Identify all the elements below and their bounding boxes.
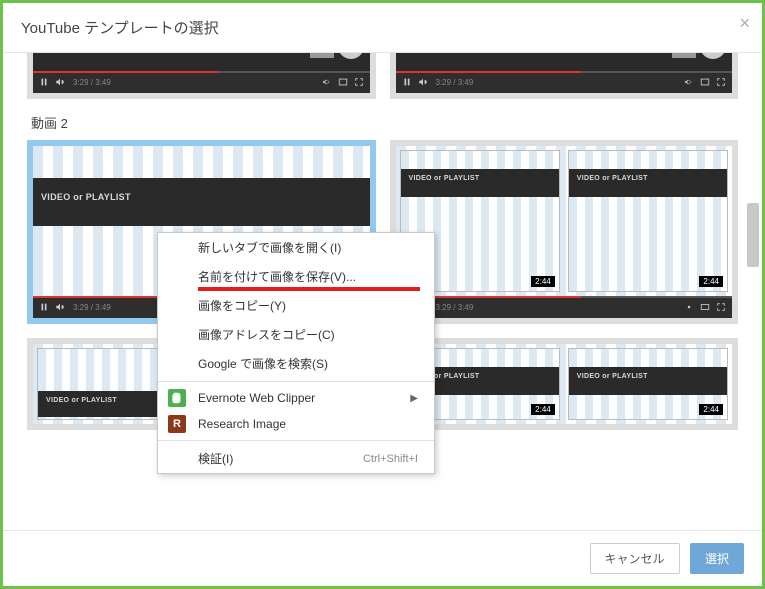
time-display: 3:29 / 3:49 [73, 303, 111, 312]
modal-header: YouTube テンプレートの選択 × [3, 3, 762, 53]
black-band [569, 169, 727, 197]
ctx-shortcut: Ctrl+Shift+I [363, 453, 418, 465]
modal-title: YouTube テンプレートの選択 [21, 17, 744, 38]
player-controls: 3:29 / 3:49 [396, 296, 733, 318]
template-item[interactable]: VIDEO or PLAYLIST 2:44 VIDEO or PLAYLIST… [390, 338, 739, 430]
scrollbar-thumb[interactable] [747, 203, 759, 267]
template-item[interactable]: 3:29 / 3:49 [27, 53, 376, 99]
settings-icon[interactable] [684, 77, 694, 87]
settings-icon[interactable] [322, 77, 332, 87]
template-item[interactable]: 3:29 / 3:49 [390, 53, 739, 99]
thumb-top-controls [672, 53, 726, 59]
duration-badge: 2:44 [531, 276, 555, 287]
ctx-label: 検証(I) [198, 450, 233, 467]
ctx-copy-image-address[interactable]: 画像アドレスをコピー(C) [158, 320, 434, 349]
context-menu: 新しいタブで画像を開く(I) 名前を付けて画像を保存(V)... 画像をコピー(… [157, 232, 435, 474]
ctx-open-new-tab[interactable]: 新しいタブで画像を開く(I) [158, 233, 434, 262]
thumbnail-grid: VIDEO or PLAYLIST 2:44 VIDEO or PLAYLIST… [396, 344, 733, 424]
mini-thumb: VIDEO or PLAYLIST 2:44 [568, 150, 728, 292]
volume-icon[interactable] [55, 302, 65, 312]
ctx-label: Research Image [198, 417, 286, 431]
time-display: 3:29 / 3:49 [436, 303, 474, 312]
progress-bar[interactable] [396, 71, 733, 73]
submenu-arrow-icon: ▶ [410, 393, 418, 404]
vop-label: VIDEO or PLAYLIST [577, 373, 648, 380]
player-controls: 3:29 / 3:49 [396, 71, 733, 93]
ctx-inspect[interactable]: 検証(I) Ctrl+Shift+I [158, 444, 434, 473]
pause-icon[interactable] [39, 77, 49, 87]
settings-icon[interactable] [684, 302, 694, 312]
template-item[interactable]: VIDEO or PLAYLIST 2:44 VIDEO or PLAYLIST… [390, 140, 739, 324]
time-display: 3:29 / 3:49 [73, 78, 111, 87]
evernote-icon [168, 389, 186, 407]
ctx-label: Evernote Web Clipper [198, 391, 315, 405]
theater-icon[interactable] [700, 302, 710, 312]
ctx-research-image[interactable]: R Research Image [158, 411, 434, 437]
thumbnail-grid: VIDEO or PLAYLIST 2:44 VIDEO or PLAYLIST… [396, 146, 733, 296]
close-button[interactable]: × [739, 13, 750, 34]
black-band [401, 169, 559, 197]
thumbnail [396, 53, 733, 71]
ctx-label: 名前を付けて画像を保存(V)... [198, 268, 356, 285]
player-controls: 3:29 / 3:49 [33, 71, 370, 93]
fullscreen-icon[interactable] [354, 77, 364, 87]
edit-icon [672, 53, 696, 58]
annotation-redline [198, 287, 420, 291]
theater-icon[interactable] [700, 77, 710, 87]
volume-icon[interactable] [418, 77, 428, 87]
avatar-circle [338, 53, 364, 59]
thumbnail [33, 53, 370, 71]
ctx-search-google[interactable]: Google で画像を検索(S) [158, 349, 434, 378]
mini-thumb: VIDEO or PLAYLIST 2:44 [568, 348, 728, 420]
volume-icon[interactable] [55, 77, 65, 87]
ctx-label: Google で画像を検索(S) [198, 355, 328, 372]
select-button[interactable]: 選択 [690, 543, 744, 574]
progress-bar[interactable] [33, 71, 370, 73]
ctx-separator [158, 381, 434, 382]
vop-label: VIDEO or PLAYLIST [41, 192, 131, 202]
black-band [33, 178, 370, 226]
black-band [569, 367, 727, 395]
fullscreen-icon[interactable] [716, 302, 726, 312]
avatar-circle [700, 53, 726, 59]
pause-icon[interactable] [402, 77, 412, 87]
research-image-icon: R [168, 415, 186, 433]
section-label-video2: 動画 2 [31, 113, 734, 132]
progress-bar[interactable] [396, 296, 733, 298]
ctx-separator [158, 440, 434, 441]
pause-icon[interactable] [39, 302, 49, 312]
ctx-copy-image[interactable]: 画像をコピー(Y) [158, 291, 434, 320]
edit-icon [310, 53, 334, 58]
ctx-evernote-clipper[interactable]: Evernote Web Clipper ▶ [158, 385, 434, 411]
ctx-label: 画像をコピー(Y) [198, 297, 286, 314]
modal-footer: キャンセル 選択 [3, 530, 762, 586]
vop-label: VIDEO or PLAYLIST [46, 397, 117, 404]
ctx-label: 画像アドレスをコピー(C) [198, 326, 335, 343]
vop-label: VIDEO or PLAYLIST [409, 175, 480, 182]
vop-label: VIDEO or PLAYLIST [577, 175, 648, 182]
theater-icon[interactable] [338, 77, 348, 87]
thumb-top-controls [310, 53, 364, 59]
duration-badge: 2:44 [531, 404, 555, 415]
ctx-label: 新しいタブで画像を開く(I) [198, 239, 341, 256]
duration-badge: 2:44 [699, 404, 723, 415]
duration-badge: 2:44 [699, 276, 723, 287]
template-row: 3:29 / 3:49 [27, 53, 738, 99]
cancel-button[interactable]: キャンセル [590, 543, 680, 574]
fullscreen-icon[interactable] [716, 77, 726, 87]
time-display: 3:29 / 3:49 [436, 78, 474, 87]
